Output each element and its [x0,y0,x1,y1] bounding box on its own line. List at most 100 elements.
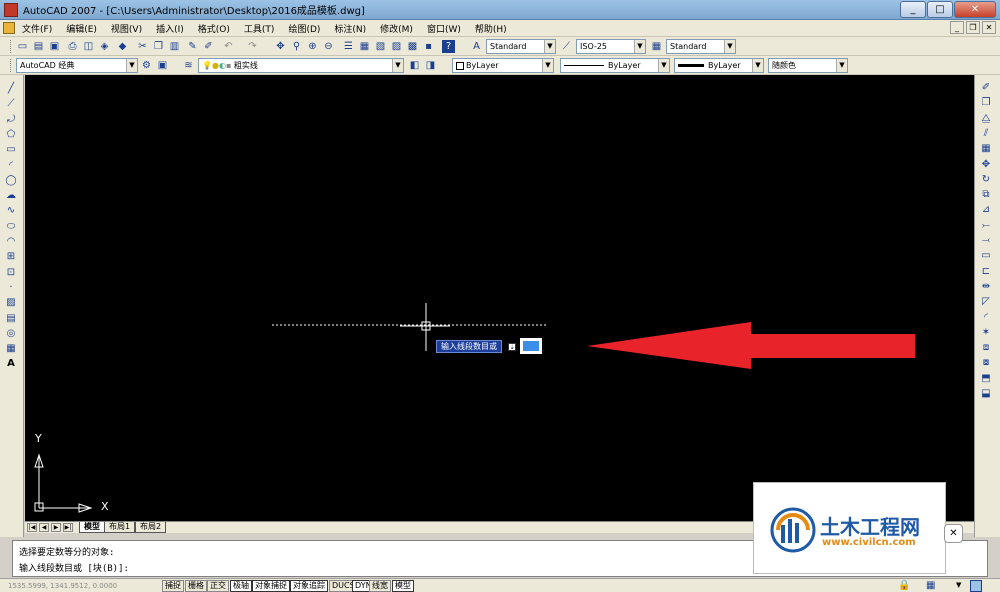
menu-help[interactable]: 帮助(H) [468,22,514,35]
undo-icon[interactable]: ↶ [222,40,235,53]
minimize-button[interactable]: _ [900,1,926,18]
model-button[interactable]: 模型 [392,580,414,592]
status-menu-icon[interactable]: ▼ [956,581,964,589]
tab-model[interactable]: 模型 [79,522,105,533]
explode-icon[interactable]: ✶ [979,326,993,340]
stretch-icon[interactable]: ⊿ [979,203,993,217]
first-tab-button[interactable]: |◀ [27,523,37,532]
next-tab-button[interactable]: ▶ [51,523,61,532]
markup-icon[interactable]: ▩ [406,40,419,53]
menu-format[interactable]: 格式(O) [191,22,237,35]
menu-tools[interactable]: 工具(T) [237,22,282,35]
comm-center-icon[interactable]: ▦ [926,580,938,592]
plot-preview-icon[interactable]: ◫ [82,40,95,53]
3d-dwf-icon[interactable]: ◆ [116,40,129,53]
erase-icon[interactable]: ✐ [979,81,993,95]
match-properties-icon[interactable]: ✎ [186,40,199,53]
dim-style-combo[interactable]: ISO-25 ▼ [576,39,646,54]
polygon-icon[interactable]: ⬠ [4,128,18,142]
point-icon[interactable]: · [4,281,18,295]
mirror-icon[interactable]: ⧋ [979,112,993,126]
polar-button[interactable]: 极轴 [230,580,252,592]
polyline-icon[interactable]: ⤾ [4,113,18,127]
move-icon[interactable]: ✥ [979,158,993,172]
save-icon[interactable]: ▣ [48,40,61,53]
grid-button[interactable]: 栅格 [185,580,207,592]
dim-style-icon[interactable]: ⟋ [560,40,573,53]
line-icon[interactable]: ╱ [4,82,18,96]
draworder-above-icon[interactable]: ⬒ [979,372,993,386]
lwt-button[interactable]: 线宽 [369,580,391,592]
color-combo[interactable]: ByLayer ▼ [452,58,554,73]
layer-manager-icon[interactable]: ≋ [182,59,195,72]
lineweight-combo[interactable]: ByLayer ▼ [674,58,764,73]
menu-dimension[interactable]: 标注(N) [327,22,373,35]
circle-icon[interactable]: ◯ [4,174,18,188]
text-style-icon[interactable]: A [470,40,483,53]
properties-icon[interactable]: ☰ [342,40,355,53]
publish-icon[interactable]: ◈ [98,40,111,53]
doc-minimize-button[interactable]: _ [950,21,964,34]
draworder-back-icon[interactable]: ⧇ [979,356,993,370]
toolbar-grip[interactable] [10,59,13,72]
layer-previous-icon[interactable]: ◨ [424,59,437,72]
osnap-button[interactable]: 对象捕捉 [252,580,290,592]
dynamic-input-field[interactable] [520,338,542,354]
plot-icon[interactable]: ⎙ [66,40,79,53]
close-button[interactable]: ✕ [954,1,996,18]
offset-icon[interactable]: ⫽ [979,127,993,141]
document-icon[interactable] [3,22,15,34]
copy-icon[interactable]: ❐ [979,96,993,110]
text-style-combo[interactable]: Standard ▼ [486,39,556,54]
mtext-icon[interactable]: A [4,357,18,371]
insert-block-icon[interactable]: ⊞ [4,250,18,264]
zoom-realtime-icon[interactable]: ⚲ [290,40,303,53]
otrack-button[interactable]: 对象追踪 [290,580,328,592]
lock-icon[interactable]: 🔒 [898,580,910,592]
menu-insert[interactable]: 插入(I) [149,22,191,35]
spline-icon[interactable]: ∿ [4,204,18,218]
my-workspace-icon[interactable]: ▣ [156,59,169,72]
tool-palettes-icon[interactable]: ▧ [374,40,387,53]
clean-screen-icon[interactable] [970,580,982,592]
sheet-set-icon[interactable]: ▨ [390,40,403,53]
tab-layout1[interactable]: 布局1 [104,522,136,533]
fillet-icon[interactable]: ◜ [979,311,993,325]
design-center-icon[interactable]: ▦ [358,40,371,53]
open-icon[interactable]: ▤ [32,40,45,53]
doc-close-button[interactable]: ✕ [982,21,996,34]
new-icon[interactable]: ▭ [16,40,29,53]
command-line-2[interactable]: 输入线段数目或 [块(B)]: [19,561,129,574]
construction-line-icon[interactable]: ⟋ [4,97,18,111]
calculator-icon[interactable]: ▪ [422,40,435,53]
workspace-combo[interactable]: AutoCAD 经典 ▼ [16,58,138,73]
chamfer-icon[interactable]: ◸ [979,295,993,309]
region-icon[interactable]: ◎ [4,327,18,341]
redo-icon[interactable]: ↷ [246,40,259,53]
last-tab-button[interactable]: ▶| [63,523,73,532]
table-icon[interactable]: ▦ [4,342,18,356]
doc-restore-button[interactable]: ❐ [966,21,980,34]
zoom-window-icon[interactable]: ⊕ [306,40,319,53]
hatch-icon[interactable]: ▨ [4,296,18,310]
ortho-button[interactable]: 正交 [207,580,229,592]
pan-icon[interactable]: ✥ [274,40,287,53]
snap-button[interactable]: 捕捉 [162,580,184,592]
draworder-front-icon[interactable]: ⧈ [979,341,993,355]
ellipse-icon[interactable]: ⬭ [4,220,18,234]
menu-view[interactable]: 视图(V) [104,22,149,35]
paste-icon[interactable]: ▥ [168,40,181,53]
draworder-under-icon[interactable]: ⬓ [979,387,993,401]
block-editor-icon[interactable]: ✐ [202,40,215,53]
revision-cloud-icon[interactable]: ☁ [4,189,18,203]
cut-icon[interactable]: ✂ [136,40,149,53]
coordinate-readout[interactable]: 1535.5999, 1341.9512, 0.0000 [8,581,158,592]
autocad-app-icon[interactable] [4,2,18,17]
watermark-close-button[interactable]: ✕ [944,524,963,543]
menu-draw[interactable]: 绘图(D) [281,22,327,35]
trim-icon[interactable]: ⤚ [979,219,993,233]
workspace-settings-icon[interactable]: ⚙ [140,59,153,72]
toolbar-grip[interactable] [10,40,13,53]
menu-file[interactable]: 文件(F) [15,22,59,35]
menu-edit[interactable]: 编辑(E) [59,22,104,35]
